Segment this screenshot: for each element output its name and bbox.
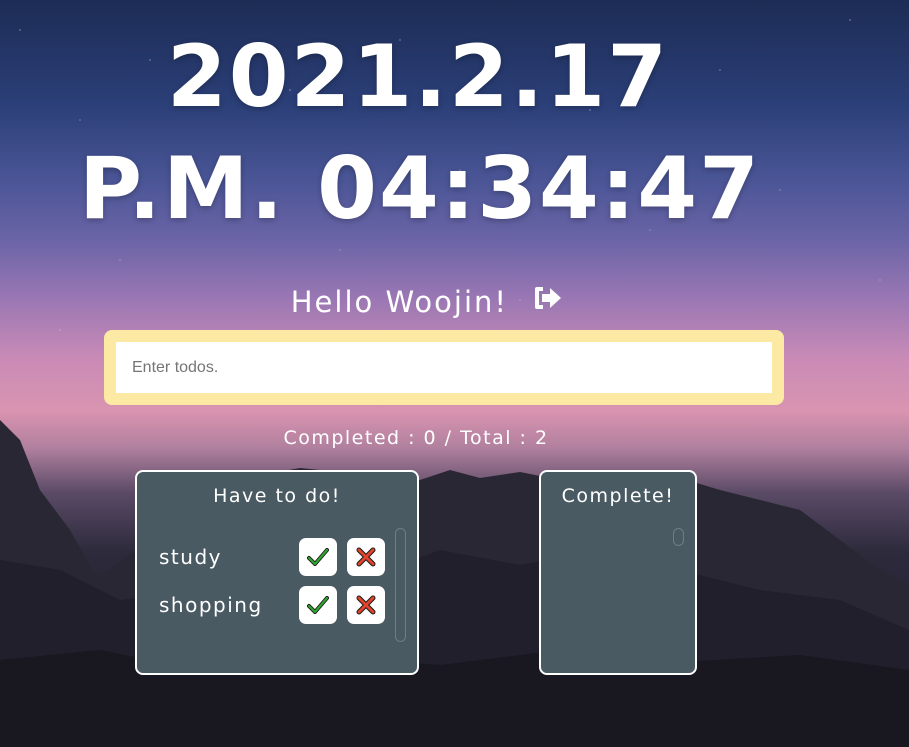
todo-item-text: study — [159, 545, 222, 569]
clock-date: 2021.2.17 — [166, 27, 670, 127]
complete-button[interactable] — [299, 538, 337, 576]
complete-panel: Complete! — [539, 470, 697, 675]
greeting: Hello Woojin! — [0, 282, 854, 322]
todo-item-text: shopping — [159, 593, 263, 617]
delete-button[interactable] — [347, 586, 385, 624]
delete-button[interactable] — [347, 538, 385, 576]
x-icon — [356, 547, 376, 567]
x-icon — [356, 595, 376, 615]
check-icon — [307, 596, 329, 614]
check-icon — [307, 548, 329, 566]
complete-scrollbar[interactable] — [673, 528, 684, 546]
sign-out-icon[interactable] — [533, 281, 563, 321]
todo-panel-title: Have to do! — [213, 485, 341, 507]
list-item: study — [159, 538, 389, 576]
clock-time: P.M. 04:34:47 — [79, 139, 761, 239]
complete-button[interactable] — [299, 586, 337, 624]
todo-panel: Have to do! study shopping — [135, 470, 419, 675]
todo-form — [104, 330, 784, 405]
list-item: shopping — [159, 586, 389, 624]
todo-scrollbar[interactable] — [395, 528, 406, 642]
completion-counter: Completed : 0 / Total : 2 — [283, 427, 549, 449]
complete-panel-title: Complete! — [561, 485, 675, 507]
todo-input[interactable] — [116, 342, 772, 393]
greeting-text: Hello Woojin! — [290, 285, 509, 319]
